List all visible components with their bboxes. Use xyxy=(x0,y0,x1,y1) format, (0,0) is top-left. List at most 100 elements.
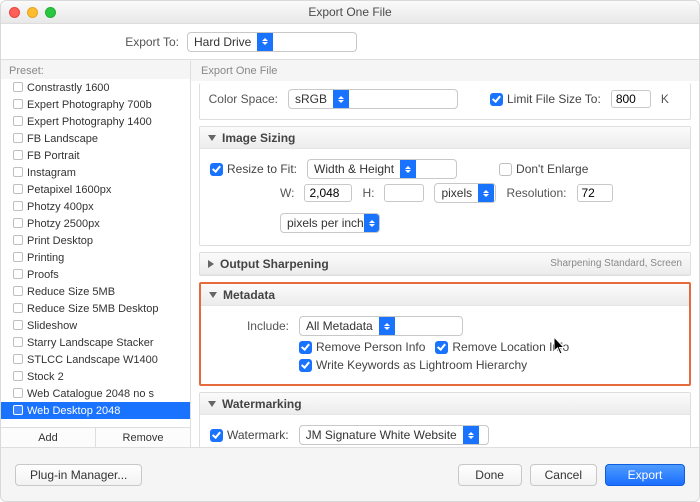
preset-label: Petapixel 1600px xyxy=(27,184,111,196)
preset-item[interactable]: Printing xyxy=(1,249,190,266)
remove-location-checkbox[interactable]: Remove Location Info xyxy=(435,340,569,354)
disclosure-triangle-icon xyxy=(208,260,214,268)
preset-item[interactable]: Petapixel 1600px xyxy=(1,181,190,198)
traffic-lights xyxy=(9,7,56,18)
preset-item[interactable]: Reduce Size 5MB Desktop xyxy=(1,300,190,317)
watermark-select[interactable]: JM Signature White Website xyxy=(299,425,489,445)
preset-item[interactable]: Stock 2 xyxy=(1,368,190,385)
checkbox-icon xyxy=(13,269,23,279)
watermark-checkbox[interactable]: Watermark: xyxy=(210,428,289,442)
include-select[interactable]: All Metadata xyxy=(299,316,463,336)
preset-item[interactable]: Starry Landscape Stacker xyxy=(1,334,190,351)
checkbox-icon xyxy=(13,286,23,296)
preset-item[interactable]: Instagram xyxy=(1,164,190,181)
limit-filesize-unit: K xyxy=(661,92,669,106)
preset-remove-button[interactable]: Remove xyxy=(95,428,190,447)
preset-sidebar: Preset: Constrastly 1600 Expert Photograp… xyxy=(1,61,191,447)
preset-item[interactable]: Photzy 400px xyxy=(1,198,190,215)
close-window-button[interactable] xyxy=(9,7,20,18)
preset-add-remove: Add Remove xyxy=(1,427,190,447)
preset-item[interactable]: FB Landscape xyxy=(1,130,190,147)
disclosure-triangle-icon xyxy=(208,401,216,407)
preset-add-button[interactable]: Add xyxy=(1,428,95,447)
plugin-manager-button[interactable]: Plug-in Manager... xyxy=(15,464,142,486)
preset-item[interactable]: Constrastly 1600 xyxy=(1,79,190,96)
color-space-select[interactable]: sRGB xyxy=(288,89,458,109)
preset-item[interactable]: Print Desktop xyxy=(1,232,190,249)
checkbox-icon xyxy=(13,218,23,228)
dialog-footer: Plug-in Manager... Done Cancel Export xyxy=(1,447,699,501)
preset-item[interactable]: STLCC Landscape W1400 xyxy=(1,351,190,368)
resolution-unit-select[interactable]: pixels per inch xyxy=(280,213,380,233)
chevron-updown-icon xyxy=(333,90,349,108)
zoom-window-button[interactable] xyxy=(45,7,56,18)
metadata-header[interactable]: Metadata xyxy=(201,284,689,306)
dont-enlarge-checkbox[interactable]: Don't Enlarge xyxy=(499,162,588,176)
remove-person-checkbox[interactable]: Remove Person Info xyxy=(299,340,425,354)
preset-header: Preset: xyxy=(1,61,190,79)
preset-label: FB Portrait xyxy=(27,150,80,162)
preset-item[interactable]: Reduce Size 5MB xyxy=(1,283,190,300)
settings-scroll[interactable]: Color Space: sRGB Limit File Size To: xyxy=(191,81,699,447)
resize-to-fit-checkbox[interactable]: Resize to Fit: xyxy=(210,162,297,176)
checkbox-icon xyxy=(13,235,23,245)
preset-item[interactable]: Expert Photography 1400 xyxy=(1,113,190,130)
preset-label: STLCC Landscape W1400 xyxy=(27,354,158,366)
resolution-label: Resolution: xyxy=(506,186,566,200)
minimize-window-button[interactable] xyxy=(27,7,38,18)
height-input[interactable] xyxy=(384,184,424,202)
preset-label: Slideshow xyxy=(27,320,77,332)
preset-item[interactable]: Web Desktop 2048 xyxy=(1,402,190,419)
preset-label: Starry Landscape Stacker xyxy=(27,337,154,349)
unit-select[interactable]: pixels xyxy=(434,183,496,203)
preset-label: Expert Photography 700b xyxy=(27,99,152,111)
resize-mode-select[interactable]: Width & Height xyxy=(307,159,457,179)
chevron-updown-icon xyxy=(400,160,416,178)
watermarking-header[interactable]: Watermarking xyxy=(200,393,690,415)
image-sizing-header[interactable]: Image Sizing xyxy=(200,127,690,149)
preset-label: FB Landscape xyxy=(27,133,98,145)
disclosure-triangle-icon xyxy=(208,135,216,141)
preset-label: Reduce Size 5MB Desktop xyxy=(27,303,158,315)
width-input[interactable] xyxy=(304,184,352,202)
checkbox-icon xyxy=(13,201,23,211)
preset-item[interactable]: Slideshow xyxy=(1,317,190,334)
checkbox-icon xyxy=(435,341,448,354)
preset-item[interactable]: Expert Photography 700b xyxy=(1,96,190,113)
preset-item[interactable]: Photzy 2500px xyxy=(1,215,190,232)
write-keywords-checkbox[interactable]: Write Keywords as Lightroom Hierarchy xyxy=(299,358,527,372)
output-sharpening-header[interactable]: Output Sharpening Sharpening Standard, S… xyxy=(200,253,690,275)
export-to-bar: Export To: Hard Drive xyxy=(1,24,699,60)
cancel-button[interactable]: Cancel xyxy=(530,464,597,486)
export-to-select[interactable]: Hard Drive xyxy=(187,32,357,52)
limit-filesize-checkbox[interactable]: Limit File Size To: xyxy=(490,92,601,106)
preset-label: Reduce Size 5MB xyxy=(27,286,115,298)
preset-label: Instagram xyxy=(27,167,76,179)
limit-filesize-input[interactable] xyxy=(611,90,651,108)
export-to-label: Export To: xyxy=(1,35,187,49)
export-to-value: Hard Drive xyxy=(188,35,257,49)
settings-header: Export One File xyxy=(191,61,699,81)
checkbox-icon xyxy=(13,150,23,160)
export-button[interactable]: Export xyxy=(605,464,685,486)
checkbox-icon xyxy=(13,303,23,313)
done-button[interactable]: Done xyxy=(458,464,522,486)
checkbox-icon xyxy=(299,359,312,372)
checkbox-icon xyxy=(13,133,23,143)
preset-label: Print Desktop xyxy=(27,235,93,247)
metadata-section: Metadata Include: All Metadata xyxy=(199,282,691,386)
preset-label: Printing xyxy=(27,252,64,264)
checkbox-icon xyxy=(210,163,223,176)
window-title: Export One File xyxy=(1,5,699,19)
preset-item[interactable]: Proofs xyxy=(1,266,190,283)
preset-list[interactable]: Constrastly 1600 Expert Photography 700b E… xyxy=(1,79,190,427)
preset-item[interactable]: FB Portrait xyxy=(1,147,190,164)
resolution-input[interactable] xyxy=(577,184,613,202)
color-space-label: Color Space: xyxy=(200,92,278,106)
checkbox-icon xyxy=(13,320,23,330)
preset-item[interactable]: Web Catalogue 2048 no s xyxy=(1,385,190,402)
preset-label: Photzy 2500px xyxy=(27,218,100,230)
image-sizing-section: Image Sizing Resize to Fit: Width & Heig… xyxy=(199,126,691,246)
export-dialog: Export One File Export To: Hard Drive Pr… xyxy=(0,0,700,502)
checkbox-icon xyxy=(299,341,312,354)
